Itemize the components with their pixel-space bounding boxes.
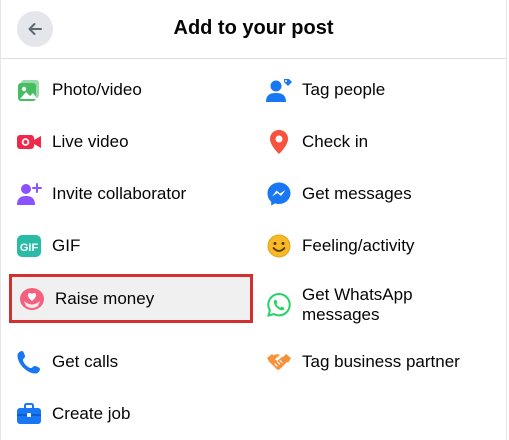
option-label: Invite collaborator	[52, 184, 187, 203]
option-gif[interactable]: GIF GIF	[16, 224, 252, 268]
option-label: Tag people	[302, 80, 386, 99]
dialog-title: Add to your post	[173, 17, 334, 39]
option-tag-people[interactable]: Tag people	[266, 68, 496, 112]
option-invite-collaborator[interactable]: Invite collaborator	[16, 172, 252, 216]
option-get-messages[interactable]: Get messages	[266, 172, 496, 216]
option-feeling-activity[interactable]: Feeling/activity	[266, 224, 496, 268]
dialog-header: Add to your post	[1, 0, 506, 59]
option-photo-video[interactable]: Photo/video	[16, 68, 252, 112]
phone-icon	[16, 349, 42, 375]
option-get-calls[interactable]: Get calls	[16, 340, 252, 384]
option-live-video[interactable]: Live video	[16, 120, 252, 164]
option-label: Get calls	[52, 352, 119, 371]
svg-text:GIF: GIF	[20, 242, 39, 254]
gif-icon: GIF	[16, 233, 42, 259]
invite-collaborator-icon	[16, 181, 42, 207]
briefcase-icon	[16, 401, 42, 427]
option-label: Create job	[52, 404, 131, 423]
location-pin-icon	[266, 129, 292, 155]
option-label: GIF	[52, 236, 81, 255]
whatsapp-icon	[266, 292, 292, 318]
option-get-whatsapp-messages[interactable]: Get WhatsApp messages	[266, 280, 496, 330]
option-label: Get WhatsApp messages	[302, 285, 413, 324]
option-check-in[interactable]: Check in	[266, 120, 496, 164]
option-label: Photo/video	[52, 80, 142, 99]
option-create-job[interactable]: Create job	[16, 392, 252, 436]
handshake-icon	[266, 349, 292, 375]
option-label: Check in	[302, 132, 369, 151]
option-label: Live video	[52, 132, 129, 151]
raise-money-icon	[19, 286, 45, 312]
option-label: Raise money	[55, 288, 155, 308]
option-raise-money[interactable]: Raise money	[9, 274, 253, 323]
live-video-icon	[16, 129, 42, 155]
option-label: Feeling/activity	[302, 236, 415, 255]
smiley-icon	[266, 233, 292, 259]
messenger-icon	[266, 181, 292, 207]
option-label: Tag business partner	[302, 352, 460, 371]
add-to-post-dialog: Add to your post Photo/video Live video …	[0, 0, 507, 440]
option-tag-business-partner[interactable]: Tag business partner	[266, 340, 496, 384]
option-label: Get messages	[302, 184, 412, 203]
tag-people-icon	[266, 77, 292, 103]
photo-video-icon	[16, 77, 42, 103]
